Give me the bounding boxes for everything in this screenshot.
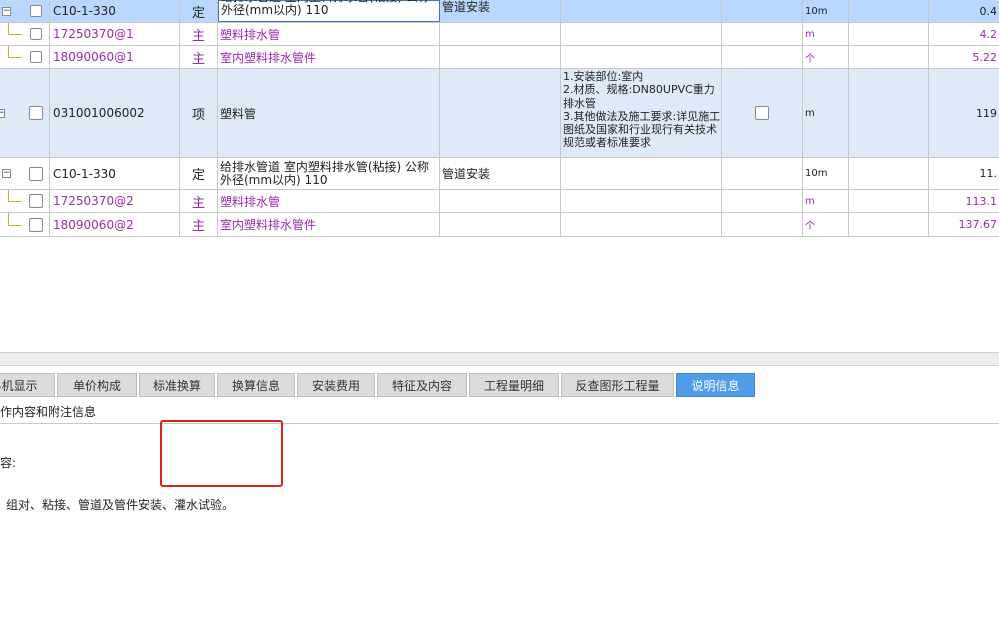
tab-standard-conversion[interactable]: 标准换算 — [139, 373, 215, 397]
detail-tabs: 料机显示 单价构成 标准换算 换算信息 安装费用 特征及内容 工程量明细 反查图… — [0, 373, 999, 397]
qty-cell[interactable]: 11. — [929, 158, 999, 189]
tab-reverse-lookup[interactable]: 反查图形工程量 — [561, 373, 674, 397]
row-flag-checkbox[interactable] — [755, 106, 769, 120]
name-cell[interactable]: 室内塑料排水管件 — [218, 213, 440, 236]
tab-quantity-detail[interactable]: 工程量明细 — [469, 373, 559, 397]
code-cell[interactable]: 17250370@1 — [50, 23, 180, 45]
row-checkbox[interactable] — [29, 28, 42, 40]
name-cell[interactable]: 室内塑料排水管件 — [218, 46, 440, 68]
tab-features-content[interactable]: 特征及内容 — [377, 373, 467, 397]
code-cell[interactable]: 17250370@2 — [50, 190, 180, 212]
name-cell[interactable]: 给排水管道 室内塑料排水管(粘接) 公称外径(mm以内) 110 — [218, 158, 440, 189]
row-checkbox[interactable] — [29, 5, 42, 17]
row-checkbox[interactable] — [28, 194, 43, 208]
tab-install-fee[interactable]: 安装费用 — [297, 373, 375, 397]
type-cell: 主 — [180, 213, 218, 236]
name-cell[interactable]: 塑料管 — [218, 69, 440, 157]
qty-cell[interactable]: 119 — [929, 69, 999, 157]
table-row[interactable]: 18090060@2 主 室内塑料排水管件 个 137.67 — [0, 213, 999, 237]
qty-cell[interactable]: 137.67 — [929, 213, 999, 236]
row-checkbox[interactable] — [29, 51, 42, 63]
table-row[interactable]: − C10-1-330 定 给排水管道 室内塑料排水管(粘接) 公称外径(mm以… — [0, 158, 999, 190]
unit-cell: m — [803, 190, 849, 212]
type-cell: 主 — [180, 190, 218, 212]
unit-cell: 个 — [803, 213, 849, 236]
unit-cell: m — [803, 69, 849, 157]
type-cell: 主 — [180, 46, 218, 68]
table-row[interactable]: 18090060@1 主 室内塑料排水管件 个 5.22 — [0, 46, 999, 69]
name-edit-text: 给排水管道 室内塑料排水管(粘接) 公称外径(mm以内) 110 — [221, 0, 430, 17]
type-cell: 主 — [180, 23, 218, 45]
qty-cell[interactable]: 5.22 — [929, 46, 999, 68]
table-row[interactable]: 17250370@2 主 塑料排水管 m 113.1 — [0, 190, 999, 213]
code-cell[interactable]: 18090060@2 — [50, 213, 180, 236]
table-row[interactable]: − C10-1-330 定 管道安装 10m 0.4 — [0, 0, 999, 23]
code-cell[interactable]: C10-1-330 — [50, 158, 180, 189]
annotation-highlight-box — [160, 420, 283, 487]
unit-cell: 个 — [803, 46, 849, 68]
unit-cell: m — [803, 23, 849, 45]
install-cell[interactable]: 管道安装 — [440, 0, 561, 22]
panel-subheading: 工作内容和附注信息 — [0, 405, 97, 419]
table-row[interactable]: 17250370@1 主 塑料排水管 m 4.2 — [0, 23, 999, 46]
collapse-icon[interactable]: − — [0, 108, 5, 118]
name-edit-field[interactable]: 给排水管道 室内塑料排水管(粘接) 公称外径(mm以内) 110 — [218, 0, 440, 22]
table-row[interactable]: − 031001006002 项 塑料管 1.安装部位:室内 2.材质、规格:D… — [0, 69, 999, 158]
name-cell[interactable]: 塑料排水管 — [218, 23, 440, 45]
row-checkbox[interactable] — [28, 106, 43, 120]
qty-cell[interactable]: 4.2 — [929, 23, 999, 45]
name-cell[interactable]: 塑料排水管 — [218, 190, 440, 212]
collapse-icon[interactable]: − — [2, 169, 11, 178]
work-content-body: 、组对、粘接、管道及管件安装、灌水试验。 — [0, 498, 235, 512]
row-checkbox[interactable] — [28, 217, 43, 232]
tab-unit-price[interactable]: 单价构成 — [57, 373, 137, 397]
collapse-icon[interactable]: − — [2, 6, 11, 16]
tab-description-info[interactable]: 说明信息 — [676, 373, 755, 397]
type-cell: 项 — [180, 69, 218, 157]
unit-cell: 10m — [803, 158, 849, 189]
qty-cell[interactable]: 113.1 — [929, 190, 999, 212]
type-cell: 定 — [180, 0, 218, 22]
divider — [0, 423, 999, 424]
type-cell: 定 — [180, 158, 218, 189]
qty-cell[interactable]: 0.4 — [929, 0, 999, 22]
row-checkbox[interactable] — [28, 166, 43, 181]
panel-splitter[interactable] — [0, 352, 999, 366]
feature-description-cell[interactable]: 1.安装部位:室内 2.材质、规格:DN80UPVC重力排水管 3.其他做法及施… — [561, 69, 722, 157]
code-cell[interactable]: C10-1-330 — [50, 0, 180, 22]
tab-material-machine[interactable]: 料机显示 — [0, 373, 55, 397]
unit-cell: 10m — [803, 0, 849, 22]
tab-conversion-info[interactable]: 换算信息 — [217, 373, 295, 397]
install-cell[interactable]: 管道安装 — [440, 158, 561, 189]
code-cell[interactable]: 18090060@1 — [50, 46, 180, 68]
code-cell[interactable]: 031001006002 — [50, 69, 180, 157]
